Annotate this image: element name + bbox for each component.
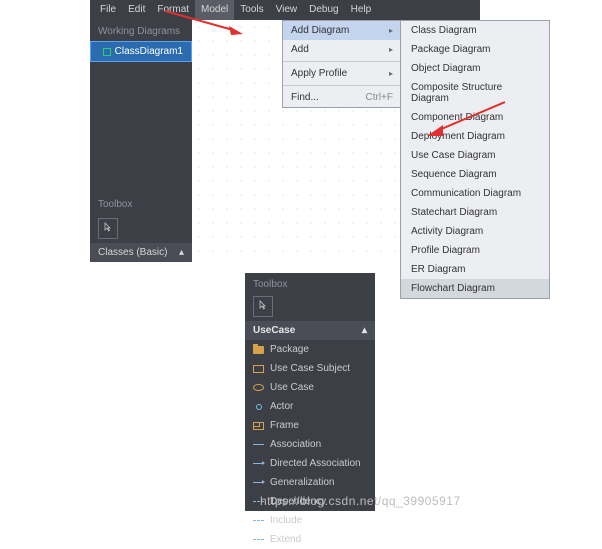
tool-association[interactable]: Association xyxy=(245,435,375,454)
section-label: UseCase xyxy=(253,325,295,336)
diagram-tree-item[interactable]: ClassDiagram1 xyxy=(90,41,192,62)
tool-use-case-subject[interactable]: Use Case Subject xyxy=(245,359,375,378)
tool-label: Association xyxy=(270,439,321,450)
working-diagrams-panel: Working Diagrams ClassDiagram1 Toolbox C… xyxy=(90,20,192,262)
submenu-profile-diagram[interactable]: Profile Diagram xyxy=(401,241,549,260)
collapse-icon: ▴ xyxy=(179,247,184,258)
tool-actor[interactable]: Actor xyxy=(245,397,375,416)
classes-basic-label: Classes (Basic) xyxy=(98,247,167,258)
tool-frame[interactable]: Frame xyxy=(245,416,375,435)
toolbox-section-usecase[interactable]: UseCase ▴ xyxy=(245,321,375,340)
chevron-right-icon: ▸ xyxy=(389,45,393,54)
tool-label: Frame xyxy=(270,420,299,431)
menu-file[interactable]: File xyxy=(94,0,122,20)
menu-help[interactable]: Help xyxy=(345,0,378,20)
shortcut-label: Ctrl+F xyxy=(366,92,394,103)
menu-debug[interactable]: Debug xyxy=(303,0,344,20)
model-menu-dropdown: Add Diagram▸ Add▸ Apply Profile▸ Find...… xyxy=(282,20,402,108)
actor-icon xyxy=(253,401,264,412)
folder-icon xyxy=(253,344,264,355)
tool-label: Generalization xyxy=(270,477,334,488)
line-icon xyxy=(253,439,264,450)
oval-icon xyxy=(253,382,264,393)
rect-icon xyxy=(253,363,264,374)
tool-directed-association[interactable]: Directed Association xyxy=(245,454,375,473)
dash-icon xyxy=(253,515,264,526)
submenu-flowchart-diagram[interactable]: Flowchart Diagram xyxy=(401,279,549,298)
submenu-object-diagram[interactable]: Object Diagram xyxy=(401,59,549,78)
tool-extend[interactable]: Extend xyxy=(245,530,375,549)
menu-view[interactable]: View xyxy=(270,0,304,20)
submenu-class-diagram[interactable]: Class Diagram xyxy=(401,21,549,40)
tool-use-case[interactable]: Use Case xyxy=(245,378,375,397)
submenu-use-case-diagram[interactable]: Use Case Diagram xyxy=(401,146,549,165)
tool-label: Include xyxy=(270,515,302,526)
submenu-sequence-diagram[interactable]: Sequence Diagram xyxy=(401,165,549,184)
submenu-package-diagram[interactable]: Package Diagram xyxy=(401,40,549,59)
chevron-right-icon: ▸ xyxy=(389,26,393,35)
tool-label: Actor xyxy=(270,401,293,412)
menu-add[interactable]: Add▸ xyxy=(283,40,401,59)
tool-label: Use Case Subject xyxy=(270,363,350,374)
menu-separator xyxy=(283,61,401,62)
collapse-icon: ▴ xyxy=(362,325,367,336)
submenu-activity-diagram[interactable]: Activity Diagram xyxy=(401,222,549,241)
tool-package[interactable]: Package xyxy=(245,340,375,359)
classes-basic-section[interactable]: Classes (Basic) ▴ xyxy=(90,243,192,262)
cursor-tool[interactable] xyxy=(253,296,273,317)
menu-separator xyxy=(283,85,401,86)
toolbox-title-top: Toolbox xyxy=(90,195,192,214)
menu-add-diagram[interactable]: Add Diagram▸ xyxy=(283,21,401,40)
tool-list: Package Use Case Subject Use Case Actor … xyxy=(245,340,375,549)
tool-label: Use Case xyxy=(270,382,314,393)
class-diagram-icon xyxy=(103,48,111,56)
diagram-tree-label: ClassDiagram1 xyxy=(115,46,183,57)
toolbox-header: Toolbox xyxy=(245,273,375,292)
menu-find[interactable]: Find...Ctrl+F xyxy=(283,88,401,107)
arrow-icon xyxy=(253,458,264,469)
add-diagram-submenu: Class Diagram Package Diagram Object Dia… xyxy=(400,20,550,299)
annotation-arrow-icon xyxy=(425,100,505,140)
annotation-arrow-icon xyxy=(165,8,245,38)
menu-apply-profile[interactable]: Apply Profile▸ xyxy=(283,64,401,83)
tool-label: Extend xyxy=(270,534,301,545)
tool-generalization[interactable]: Generalization xyxy=(245,473,375,492)
toolbox-panel: Toolbox UseCase ▴ Package Use Case Subje… xyxy=(245,273,375,511)
dash-icon xyxy=(253,534,264,545)
tool-label: Package xyxy=(270,344,309,355)
frame-icon xyxy=(253,420,264,431)
submenu-statechart-diagram[interactable]: Statechart Diagram xyxy=(401,203,549,222)
generalization-icon xyxy=(253,477,264,488)
tool-label: Directed Association xyxy=(270,458,361,469)
watermark-text: https://blog.csdn.net/qq_39905917 xyxy=(260,494,461,508)
cursor-tool-top[interactable] xyxy=(98,218,118,239)
menubar: File Edit Format Model Tools View Debug … xyxy=(90,0,480,20)
chevron-right-icon: ▸ xyxy=(389,69,393,78)
submenu-er-diagram[interactable]: ER Diagram xyxy=(401,260,549,279)
menu-edit[interactable]: Edit xyxy=(122,0,151,20)
submenu-communication-diagram[interactable]: Communication Diagram xyxy=(401,184,549,203)
